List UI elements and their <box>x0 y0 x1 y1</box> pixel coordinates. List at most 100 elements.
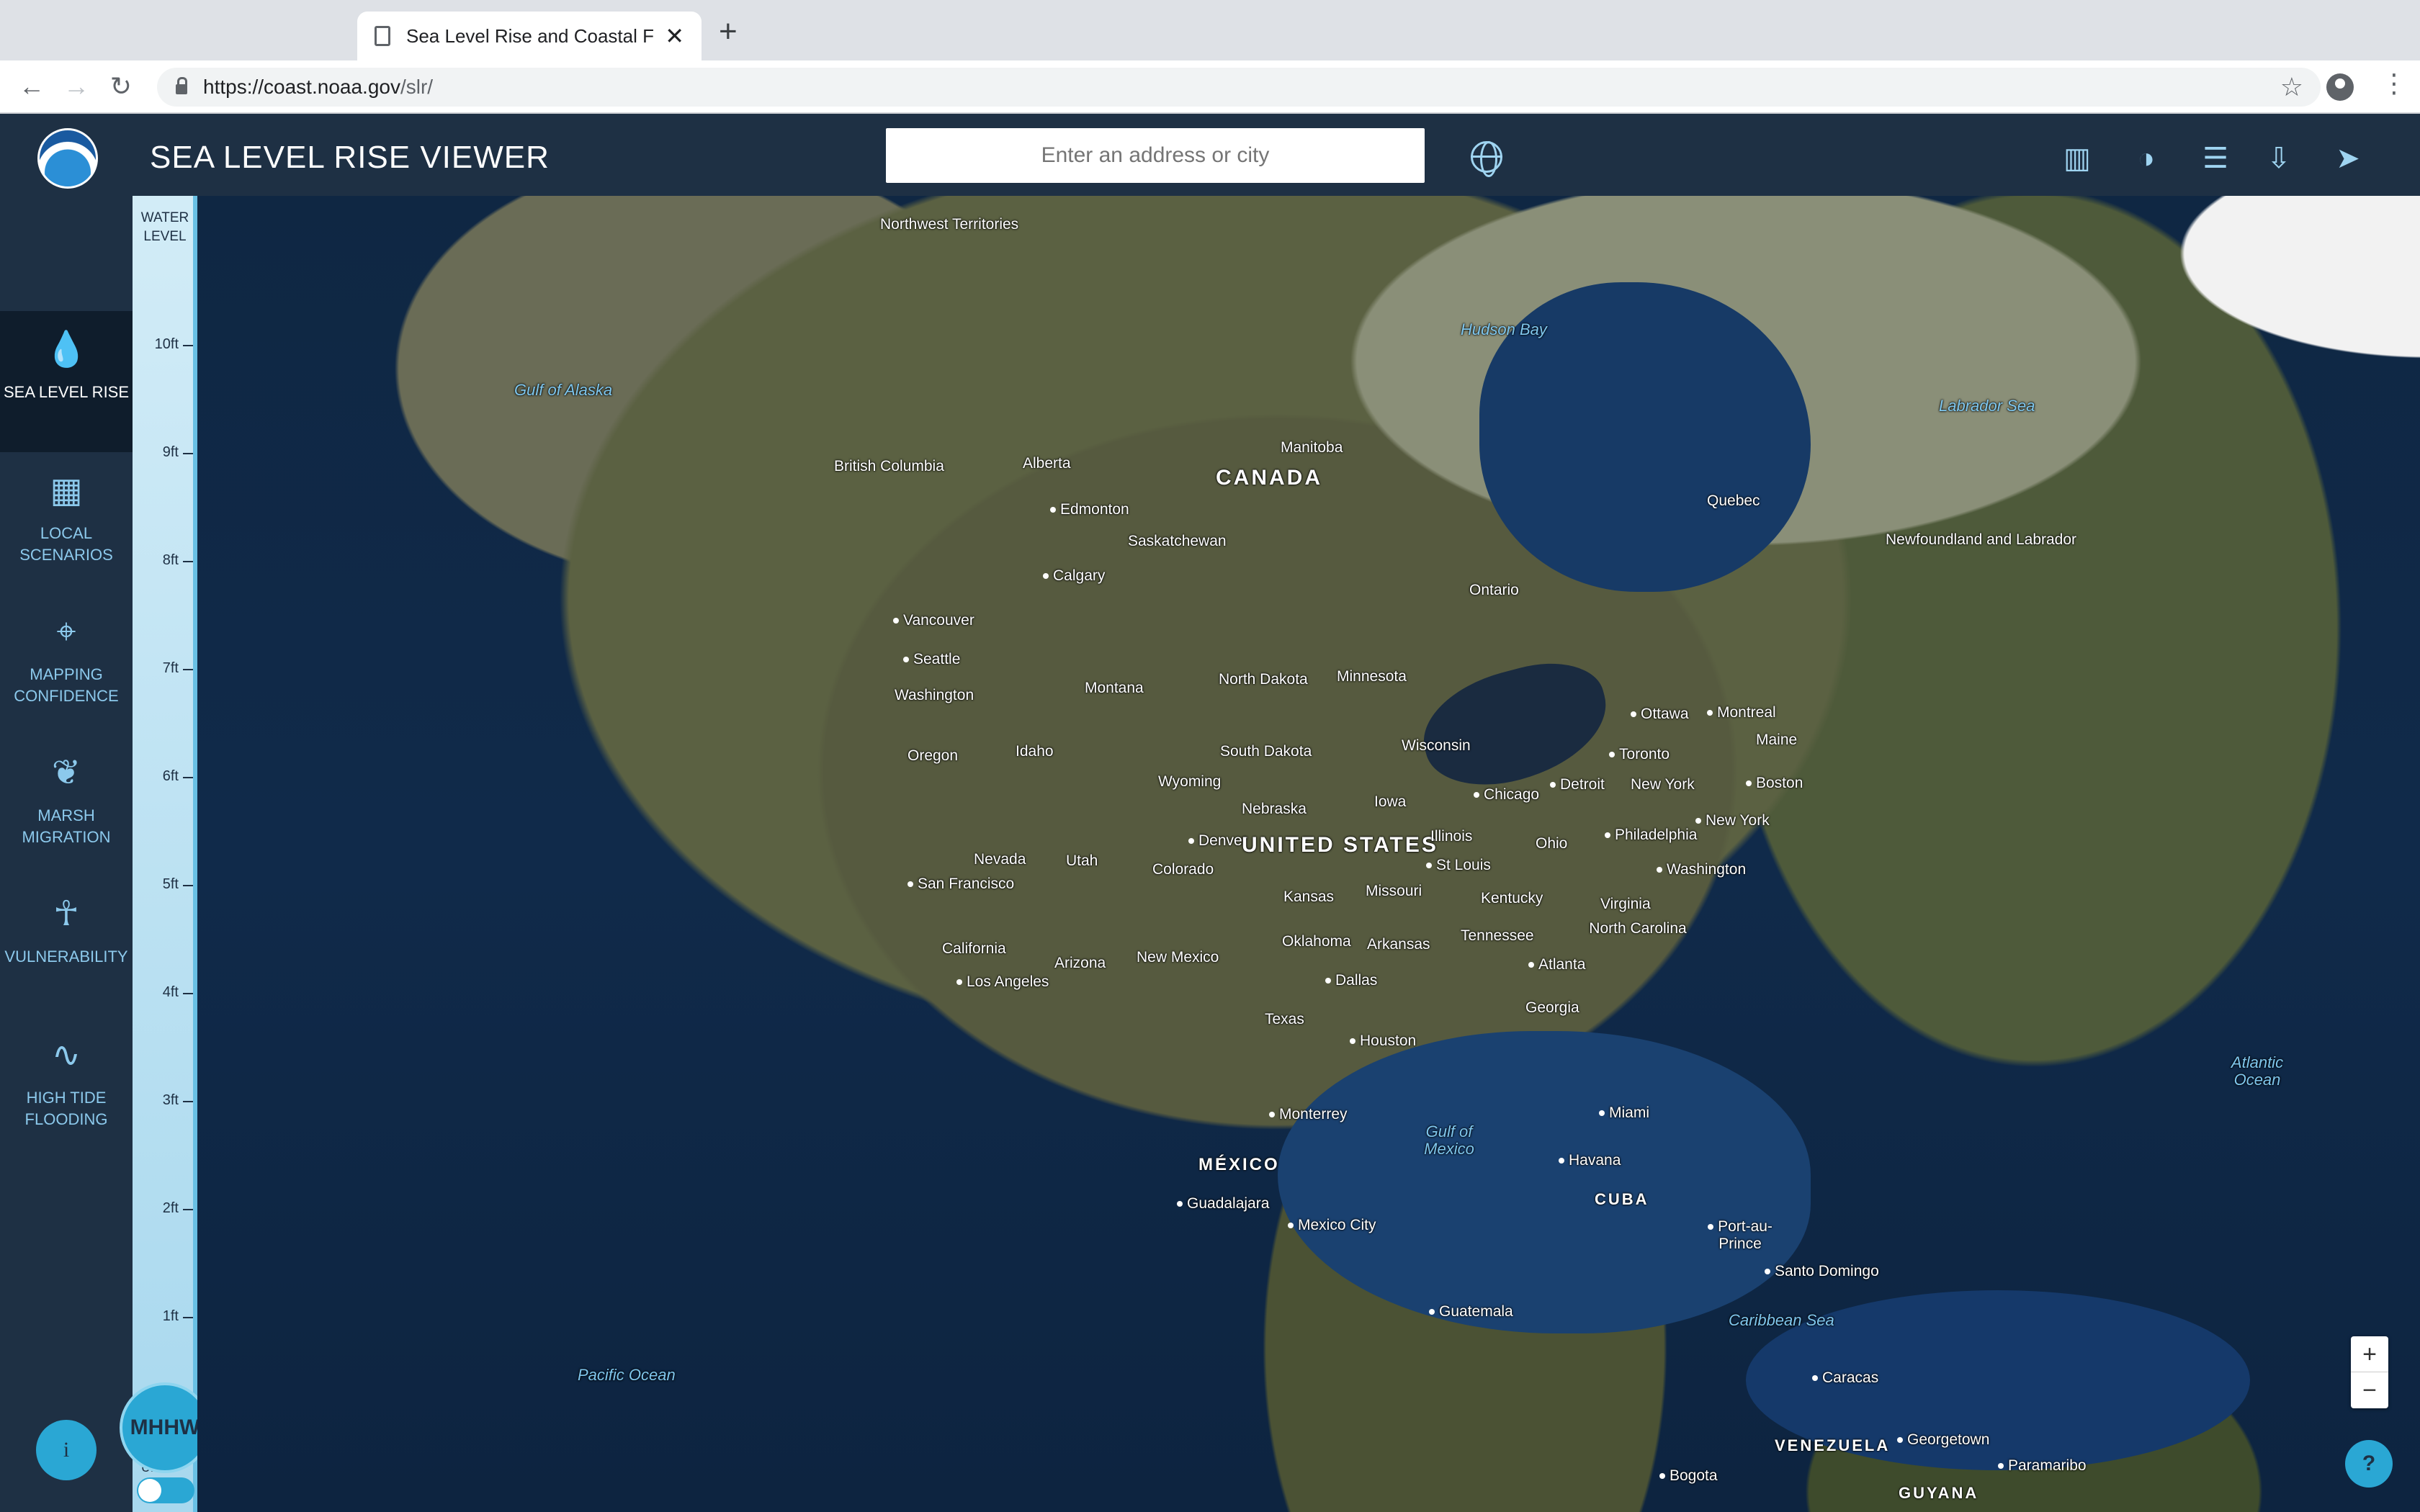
map-label: Los Angeles <box>956 973 1049 991</box>
map-label: Illinois <box>1430 828 1473 845</box>
map-label: Georgia <box>1525 999 1579 1016</box>
map-label: Newfoundland and Labrador <box>1886 531 2077 548</box>
map-label: Ohio <box>1536 835 1568 852</box>
water-level-tick: 7ft <box>133 660 197 683</box>
reload-icon[interactable]: ↻ <box>105 71 137 102</box>
map-label: Atlanta <box>1528 956 1585 973</box>
map-label: Bogota <box>1659 1467 1718 1485</box>
map-label: Tennessee <box>1461 927 1534 944</box>
map-label: Pacific Ocean <box>578 1366 676 1384</box>
download-icon[interactable]: ⇩ <box>2262 141 2296 176</box>
map-label: Toronto <box>1609 746 1670 763</box>
sidebar-item-sea-level-rise[interactable]: 💧 SEA LEVEL RISE <box>0 311 133 452</box>
toggle-knob[interactable] <box>138 1479 161 1502</box>
address-search-input[interactable] <box>886 128 1425 183</box>
water-level-tick: 10ft <box>133 336 197 359</box>
map-label: Alberta <box>1023 455 1071 472</box>
map-label: Dallas <box>1325 972 1377 989</box>
map-label: GUYANA <box>1899 1484 1979 1502</box>
noaa-logo[interactable] <box>37 128 98 189</box>
water-level-slider[interactable]: WATER LEVEL 10ft 9ft 8ft 7ft 6ft 5ft 4ft… <box>133 196 197 1512</box>
map-label: Seattle <box>903 651 960 668</box>
map-label: Colorado <box>1152 861 1214 878</box>
sidebar-item-marsh-migration[interactable]: ❦ MARSH MIGRATION <box>0 734 133 876</box>
units-toggle[interactable] <box>137 1477 194 1503</box>
map-label: Iowa <box>1374 793 1407 810</box>
sidebar-item-mapping-confidence[interactable]: ⌖ MAPPING CONFIDENCE <box>0 593 133 734</box>
map-label: Ontario <box>1469 582 1519 598</box>
browser-tab-strip: Sea Level Rise and Coastal Flo ✕ + <box>0 0 2420 60</box>
contrast-icon[interactable]: ◑ <box>2129 141 2164 176</box>
map-label: Houston <box>1350 1032 1416 1050</box>
map-label: Calgary <box>1043 567 1105 585</box>
url-bar[interactable]: https://coast.noaa.gov/slr/ ☆ <box>157 68 2321 107</box>
info-button[interactable]: i <box>36 1420 97 1480</box>
more-menu-icon[interactable]: ⋮ <box>2381 71 2407 96</box>
map-label: Utah <box>1066 852 1098 869</box>
profile-icon[interactable] <box>2326 73 2354 101</box>
sidebar-item-label: SEA LEVEL RISE <box>3 383 130 401</box>
sidebar-item-label: MAPPING CONFIDENCE <box>14 665 119 705</box>
map-label: Detroit <box>1550 776 1605 793</box>
map-label: Kentucky <box>1481 890 1543 906</box>
share-icon[interactable]: ➤ <box>2331 141 2365 176</box>
map-label: Santo Domingo <box>1765 1263 1879 1280</box>
tab-title: Sea Level Rise and Coastal Flo <box>406 24 655 47</box>
map-label: South Dakota <box>1220 743 1312 760</box>
zoom-control: + − <box>2351 1336 2388 1408</box>
map-label: Quebec <box>1707 492 1760 509</box>
water-level-title: WATER LEVEL <box>140 210 189 244</box>
document-icon <box>375 26 390 46</box>
app-title: SEA LEVEL RISE VIEWER <box>150 140 550 175</box>
map-label: Paramaribo <box>1998 1457 2087 1475</box>
map-label: Arkansas <box>1367 936 1430 953</box>
map-label: Kansas <box>1283 888 1335 905</box>
map-label: Philadelphia <box>1605 827 1697 844</box>
sidebar-item-local-scenarios[interactable]: ▦ LOCAL SCENARIOS <box>0 452 133 593</box>
pulse-icon: ∿ <box>51 1036 81 1074</box>
map-icon[interactable]: ▥ <box>2060 141 2094 176</box>
close-tab-icon[interactable]: ✕ <box>665 24 684 48</box>
help-button[interactable]: ? <box>2345 1440 2393 1488</box>
tool-sidebar: 💧 SEA LEVEL RISE ▦ LOCAL SCENARIOS ⌖ MAP… <box>0 196 133 1512</box>
bookmark-star-icon[interactable]: ☆ <box>2280 72 2303 102</box>
map-label: Oklahoma <box>1282 933 1351 950</box>
map-label: UNITED STATES <box>1242 833 1438 857</box>
map-label: North Carolina <box>1589 920 1687 937</box>
water-level-tick: 3ft <box>133 1092 197 1115</box>
map-label: Monterrey <box>1269 1106 1348 1123</box>
zoom-out-button[interactable]: − <box>2351 1372 2388 1408</box>
browser-tab[interactable]: Sea Level Rise and Coastal Flo ✕ <box>357 12 702 60</box>
map-label: British Columbia <box>834 458 944 474</box>
sidebar-item-high-tide-flooding[interactable]: ∿ HIGH TIDE FLOODING <box>0 1017 133 1158</box>
sidebar-item-vulnerability[interactable]: ☥ VULNERABILITY <box>0 876 133 1017</box>
map-canvas[interactable]: Northwest Territories Hudson Bay Labrado… <box>197 196 2420 1512</box>
list-icon[interactable]: ☰ <box>2198 141 2233 176</box>
water-level-tick: 8ft <box>133 552 197 575</box>
forward-arrow-icon[interactable]: → <box>60 71 92 102</box>
map-label: Guatemala <box>1429 1303 1513 1320</box>
map-label: Havana <box>1559 1152 1621 1169</box>
sidebar-item-label: LOCAL SCENARIOS <box>19 524 113 564</box>
map-label: Boston <box>1746 775 1803 792</box>
map-label: Georgetown <box>1897 1431 1989 1449</box>
water-level-tick: 6ft <box>133 768 197 791</box>
map-label: Caracas <box>1812 1369 1878 1387</box>
globe-icon[interactable] <box>1471 141 1502 177</box>
zoom-in-button[interactable]: + <box>2351 1336 2388 1372</box>
sidebar-item-label: HIGH TIDE FLOODING <box>24 1089 108 1128</box>
map-label: Hudson Bay <box>1461 320 1547 338</box>
back-arrow-icon[interactable]: ← <box>16 71 48 102</box>
water-level-track[interactable]: WATER LEVEL 10ft 9ft 8ft 7ft 6ft 5ft 4ft… <box>133 196 197 1512</box>
new-tab-button[interactable]: + <box>719 16 738 48</box>
sidebar-item-label: VULNERABILITY <box>4 948 128 966</box>
map-label: Texas <box>1265 1011 1304 1027</box>
map-label: Wyoming <box>1158 773 1222 790</box>
water-level-tick: 1ft <box>133 1308 197 1331</box>
map-label: Gulf of Mexico <box>1424 1122 1474 1158</box>
water-level-tick: 5ft <box>133 876 197 899</box>
water-level-tick: 9ft <box>133 444 197 467</box>
lock-icon <box>176 77 187 94</box>
map-label: Washington <box>1657 861 1746 878</box>
map-label: Mexico City <box>1288 1217 1376 1234</box>
